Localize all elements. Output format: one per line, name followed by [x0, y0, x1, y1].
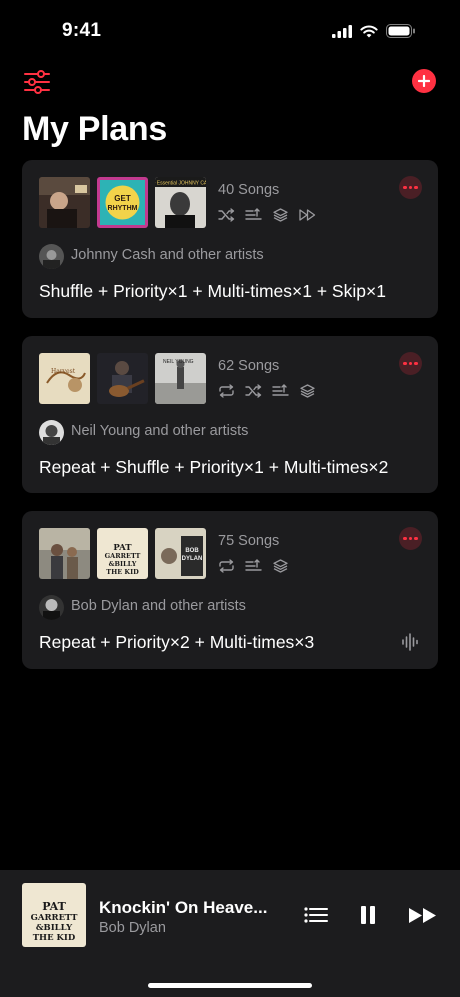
multi-times-icon — [273, 208, 288, 222]
now-playing-title: Knockin' On Heave... — [99, 898, 268, 917]
more-options-button[interactable] — [399, 352, 422, 375]
page-title: My Plans — [22, 110, 167, 148]
svg-text:THE KID: THE KID — [33, 933, 76, 943]
album-art — [97, 353, 148, 404]
queue-button[interactable] — [304, 906, 328, 929]
song-count: 40 Songs — [218, 182, 280, 198]
now-playing-waveform-icon — [402, 633, 418, 651]
song-count: 75 Songs — [218, 533, 280, 549]
plan-card-bob-dylan[interactable]: PAT GARRETT &BILLY THE KID BOB DYLAN 75 … — [22, 511, 438, 669]
svg-text:&BILLY: &BILLY — [36, 923, 73, 933]
status-bar: 9:41 — [0, 0, 460, 60]
priority-icon — [272, 384, 289, 396]
artist-avatar — [39, 420, 64, 445]
plan-card-neil-young[interactable]: Harvest NEIL YOUNG 62 Songs Neil Young a… — [22, 336, 438, 493]
plan-card-johnny-cash[interactable]: GET RHYTHM The Essential JOHNNY CASH 40 … — [22, 160, 438, 318]
filter-button[interactable] — [24, 70, 50, 94]
play-rule: Repeat + Priority×2 + Multi-times×3 — [39, 632, 315, 652]
battery-icon — [386, 24, 415, 38]
album-art: Harvest — [39, 353, 90, 404]
repeat-icon — [219, 384, 234, 398]
sliders-icon — [24, 70, 50, 94]
svg-text:GARRETT: GARRETT — [31, 913, 78, 923]
svg-text:BOB: BOB — [185, 548, 199, 554]
pause-icon — [361, 906, 375, 924]
play-rule: Repeat + Shuffle + Priority×1 + Multi-ti… — [39, 457, 389, 477]
artists-label: Neil Young and other artists — [71, 423, 249, 439]
artist-avatar — [39, 244, 64, 269]
svg-text:DYLAN: DYLAN — [182, 556, 203, 562]
now-playing-cover: PAT GARRETT &BILLY THE KID — [22, 883, 86, 947]
svg-text:Harvest: Harvest — [51, 368, 76, 375]
play-rule: Shuffle + Priority×1 + Multi-times×1 + S… — [39, 281, 386, 301]
pause-button[interactable] — [360, 906, 376, 929]
repeat-icon — [219, 559, 234, 573]
svg-text:RHYTHM: RHYTHM — [108, 205, 138, 212]
album-art: The Essential JOHNNY CASH — [155, 177, 206, 228]
album-art — [39, 528, 90, 579]
play-mode-icons — [218, 559, 289, 573]
album-art: BOB DYLAN — [155, 528, 206, 579]
multi-times-icon — [300, 384, 315, 398]
svg-text:THE KID: THE KID — [106, 568, 139, 576]
shuffle-icon — [218, 208, 235, 222]
now-playing-artist: Bob Dylan — [99, 920, 166, 936]
plus-icon — [418, 75, 430, 87]
multi-times-icon — [273, 559, 288, 573]
artist-avatar — [39, 595, 64, 620]
status-time: 9:41 — [62, 20, 102, 41]
fast-forward-icon — [409, 908, 436, 923]
add-plan-button[interactable] — [412, 69, 436, 93]
svg-text:The Essential JOHNNY CASH: The Essential JOHNNY CASH — [155, 181, 206, 187]
priority-icon — [245, 208, 262, 220]
svg-text:GET: GET — [114, 194, 131, 203]
more-options-button[interactable] — [399, 527, 422, 550]
play-mode-icons — [218, 384, 316, 398]
shuffle-icon — [245, 384, 262, 398]
play-mode-icons — [218, 208, 316, 222]
priority-icon — [245, 559, 262, 571]
home-indicator — [148, 983, 312, 988]
artists-label: Bob Dylan and other artists — [71, 598, 246, 614]
album-art: PAT GARRETT &BILLY THE KID — [97, 528, 148, 579]
svg-text:GARRETT: GARRETT — [105, 552, 141, 560]
wifi-icon — [360, 25, 378, 37]
mini-player[interactable]: PAT GARRETT &BILLY THE KID Knockin' On H… — [0, 870, 460, 997]
cellular-signal-icon — [332, 24, 352, 38]
skip-icon — [299, 209, 316, 221]
album-art — [39, 177, 90, 228]
svg-text:NEIL YOUNG: NEIL YOUNG — [163, 359, 194, 365]
next-track-button[interactable] — [408, 907, 438, 929]
album-art: NEIL YOUNG — [155, 353, 206, 404]
list-icon — [304, 907, 328, 923]
svg-text:&BILLY: &BILLY — [109, 560, 137, 568]
song-count: 62 Songs — [218, 358, 280, 374]
svg-text:PAT: PAT — [42, 900, 66, 913]
status-icons — [332, 24, 416, 38]
artists-label: Johnny Cash and other artists — [71, 247, 264, 263]
album-art: GET RHYTHM — [97, 177, 148, 228]
more-options-button[interactable] — [399, 176, 422, 199]
